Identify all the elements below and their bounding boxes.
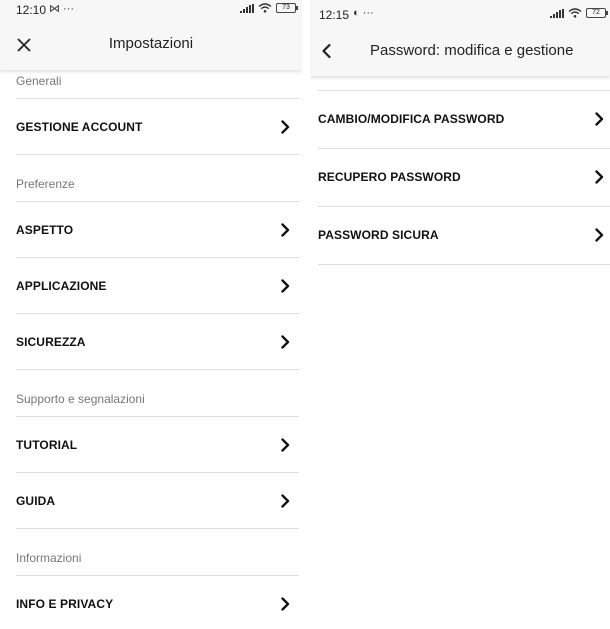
divider bbox=[16, 528, 299, 529]
password-option-item[interactable]: RECUPERO PASSWORD bbox=[310, 149, 610, 205]
chevron-right-icon bbox=[595, 170, 604, 184]
page-title: Password: modifica e gestione bbox=[370, 42, 574, 59]
list-item-label: RECUPERO PASSWORD bbox=[318, 170, 461, 184]
chevron-right-icon bbox=[281, 494, 290, 508]
section-header: Informazioni bbox=[16, 551, 82, 565]
list-item-label: GUIDA bbox=[16, 494, 56, 508]
status-time: 12:10 bbox=[16, 3, 47, 17]
chevron-right-icon bbox=[595, 228, 604, 242]
list-item-label: ASPETTO bbox=[16, 223, 74, 237]
chevron-right-icon bbox=[281, 279, 290, 293]
section-header: Preferenze bbox=[16, 177, 75, 191]
section-header: Generali bbox=[16, 74, 62, 88]
battery-icon: 73 bbox=[276, 3, 298, 13]
wifi-icon bbox=[258, 3, 272, 13]
settings-item[interactable]: APPLICAZIONE bbox=[0, 258, 302, 314]
list-item-label: SICUREZZA bbox=[16, 335, 86, 349]
divider bbox=[318, 264, 610, 265]
status-time: 12:15 bbox=[319, 8, 350, 22]
list-item-label: CAMBIO/MODIFICA PASSWORD bbox=[318, 112, 505, 126]
password-option-item[interactable]: CAMBIO/MODIFICA PASSWORD bbox=[310, 91, 610, 147]
settings-item[interactable]: TUTORIAL bbox=[0, 417, 302, 473]
panel-gap bbox=[302, 0, 310, 629]
list-item-label: APPLICAZIONE bbox=[16, 279, 107, 293]
settings-item[interactable]: ASPETTO bbox=[0, 202, 302, 258]
settings-item[interactable]: SICUREZZA bbox=[0, 314, 302, 370]
password-option-item[interactable]: PASSWORD SICURA bbox=[310, 207, 610, 263]
divider bbox=[16, 154, 299, 155]
chevron-right-icon bbox=[281, 335, 290, 349]
list-item-label: INFO E PRIVACY bbox=[16, 597, 114, 611]
status-bar: 12:10 ⋈ ··· 73 bbox=[0, 0, 302, 18]
app-bar: Impostazioni bbox=[0, 18, 302, 70]
battery-icon: 72 bbox=[586, 8, 608, 18]
status-right: 73 bbox=[240, 3, 298, 13]
password-screen: 12:15 ◐ ··· 72 Password: modifica e gest… bbox=[310, 0, 610, 629]
chevron-right-icon bbox=[595, 112, 604, 126]
status-notification-icons: ◐ ··· bbox=[353, 7, 374, 19]
settings-item[interactable]: GUIDA bbox=[0, 473, 302, 529]
signal-icon bbox=[240, 3, 254, 13]
chevron-right-icon bbox=[281, 597, 290, 611]
settings-item[interactable]: INFO E PRIVACY bbox=[0, 576, 302, 629]
list-item-label: PASSWORD SICURA bbox=[318, 228, 439, 242]
settings-item[interactable]: GESTIONE ACCOUNT bbox=[0, 99, 302, 155]
chevron-right-icon bbox=[281, 120, 290, 134]
signal-icon bbox=[550, 8, 564, 18]
settings-screen: 12:10 ⋈ ··· 73 Impostazioni Generali GEST… bbox=[0, 0, 302, 629]
page-title: Impostazioni bbox=[108, 35, 194, 52]
back-arrow-icon[interactable] bbox=[318, 42, 336, 60]
chevron-right-icon bbox=[281, 438, 290, 452]
status-bar: 12:15 ◐ ··· 72 bbox=[310, 0, 610, 24]
chevron-right-icon bbox=[281, 223, 290, 237]
section-header: Supporto e segnalazioni bbox=[16, 392, 145, 406]
status-right: 72 bbox=[550, 8, 608, 18]
app-bar: Password: modifica e gestione bbox=[310, 24, 610, 76]
list-item-label: GESTIONE ACCOUNT bbox=[16, 120, 143, 134]
wifi-icon bbox=[568, 8, 582, 18]
status-notification-icons: ⋈ ··· bbox=[49, 3, 75, 15]
divider bbox=[16, 369, 299, 370]
list-item-label: TUTORIAL bbox=[16, 438, 78, 452]
